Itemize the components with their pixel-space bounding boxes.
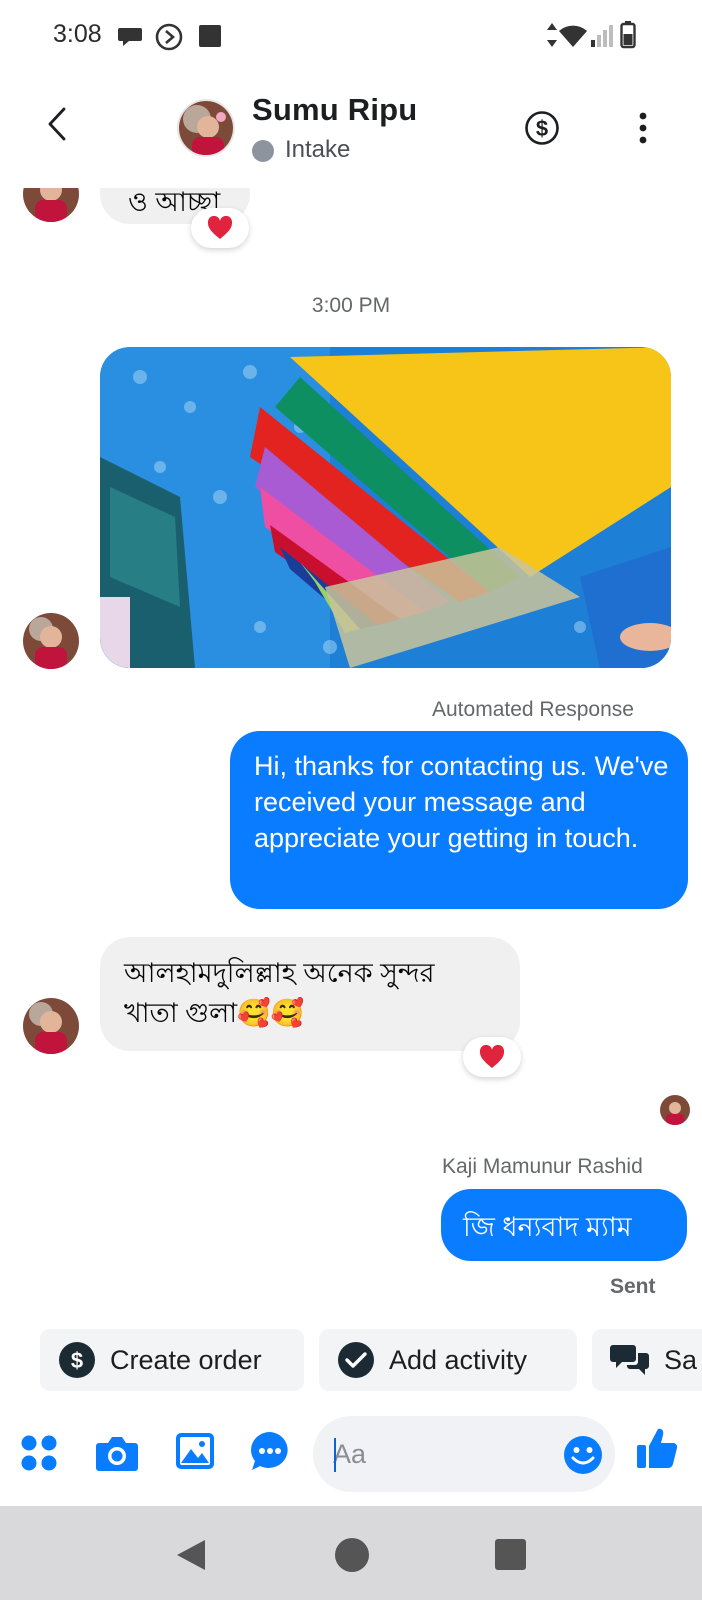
heart-reaction[interactable]	[191, 208, 249, 248]
apps-grid-icon[interactable]	[21, 1435, 57, 1471]
add-activity-button[interactable]: Add activity	[319, 1329, 577, 1391]
create-order-button[interactable]: $ Create order	[40, 1329, 304, 1391]
fabric-photo	[100, 347, 671, 668]
heart-reaction[interactable]	[463, 1037, 521, 1077]
quick-actions-bar: $ Create order Add activity Sa	[0, 1326, 702, 1396]
saved-replies-label: Sa	[664, 1344, 698, 1375]
sender-avatar	[23, 998, 79, 1054]
message-bubble-outgoing[interactable]: Hi, thanks for contacting us. We've rece…	[230, 731, 688, 909]
stop-icon	[199, 25, 221, 47]
nav-recents-icon[interactable]	[495, 1539, 526, 1570]
message-bubble-incoming[interactable]: আলহামদুলিল্লাহ অনেক সুন্দর খাতা গুলা🥰🥰	[100, 937, 520, 1051]
data-arrows-icon	[547, 23, 557, 47]
status-time: 3:08	[53, 20, 102, 48]
nav-back-icon[interactable]	[175, 1538, 207, 1572]
text-caret	[334, 1438, 336, 1472]
automated-response-label: Automated Response	[432, 698, 634, 721]
read-receipt-avatar	[660, 1095, 690, 1125]
conversation-header: Sumu Ripu Intake $	[0, 72, 702, 188]
dollar-circle-icon[interactable]: $	[524, 110, 560, 146]
signal-icon	[591, 25, 613, 47]
image-message[interactable]	[100, 347, 671, 668]
sender-avatar	[23, 613, 79, 669]
heart-icon	[207, 216, 233, 239]
camera-icon[interactable]	[95, 1434, 139, 1472]
sender-avatar	[23, 188, 79, 222]
battery-icon	[620, 21, 636, 49]
sender-name-label: Kaji Mamunur Rashid	[442, 1155, 643, 1178]
create-order-label: Create order	[110, 1344, 262, 1375]
contact-status[interactable]: Intake	[285, 136, 350, 164]
svg-text:$: $	[536, 116, 548, 141]
message-text: জি ধন্যবাদ ম্যাম	[463, 1212, 632, 1242]
contact-name[interactable]: Sumu Ripu	[252, 92, 417, 128]
wifi-icon	[559, 25, 587, 47]
system-navigation-bar	[0, 1506, 702, 1600]
message-bubble-outgoing[interactable]: জি ধন্যবাদ ম্যাম	[441, 1189, 687, 1261]
message-timestamp: 3:00 PM	[311, 294, 391, 317]
gallery-icon[interactable]	[175, 1432, 215, 1470]
sent-status: Sent	[610, 1275, 656, 1298]
status-dot	[252, 140, 274, 162]
status-bar: 3:08	[0, 0, 702, 72]
message-input[interactable]	[333, 1430, 543, 1478]
nav-home-icon[interactable]	[334, 1537, 370, 1573]
chat-notification-icon	[118, 28, 142, 46]
more-vertical-icon[interactable]	[628, 110, 658, 146]
message-composer	[0, 1410, 702, 1494]
message-list[interactable]: ও আচ্ছা 3:00 PM Automated Response Hi, t…	[0, 188, 702, 1318]
heart-icon	[479, 1045, 505, 1068]
add-activity-label: Add activity	[389, 1344, 528, 1375]
contact-avatar[interactable]	[177, 99, 235, 157]
sync-icon	[155, 23, 183, 51]
message-input-container[interactable]	[313, 1416, 615, 1492]
thumbs-up-icon[interactable]	[636, 1426, 678, 1470]
back-arrow-icon[interactable]	[40, 104, 76, 144]
svg-text:$: $	[71, 1348, 83, 1373]
emoji-icon[interactable]	[563, 1435, 603, 1475]
message-text: Hi, thanks for contacting us. We've rece…	[254, 751, 669, 853]
chat-bubbles-icon	[610, 1345, 649, 1375]
dollar-circle-icon: $	[59, 1342, 95, 1378]
chat-bubble-icon[interactable]	[249, 1430, 291, 1472]
message-text-line-1: আলহামদুলিল্লাহ অনেক সুন্দর	[124, 958, 435, 988]
check-circle-icon	[338, 1342, 374, 1378]
saved-replies-button[interactable]: Sa	[592, 1329, 702, 1391]
message-text-line-2: খাতা গুলা🥰🥰	[124, 998, 305, 1028]
